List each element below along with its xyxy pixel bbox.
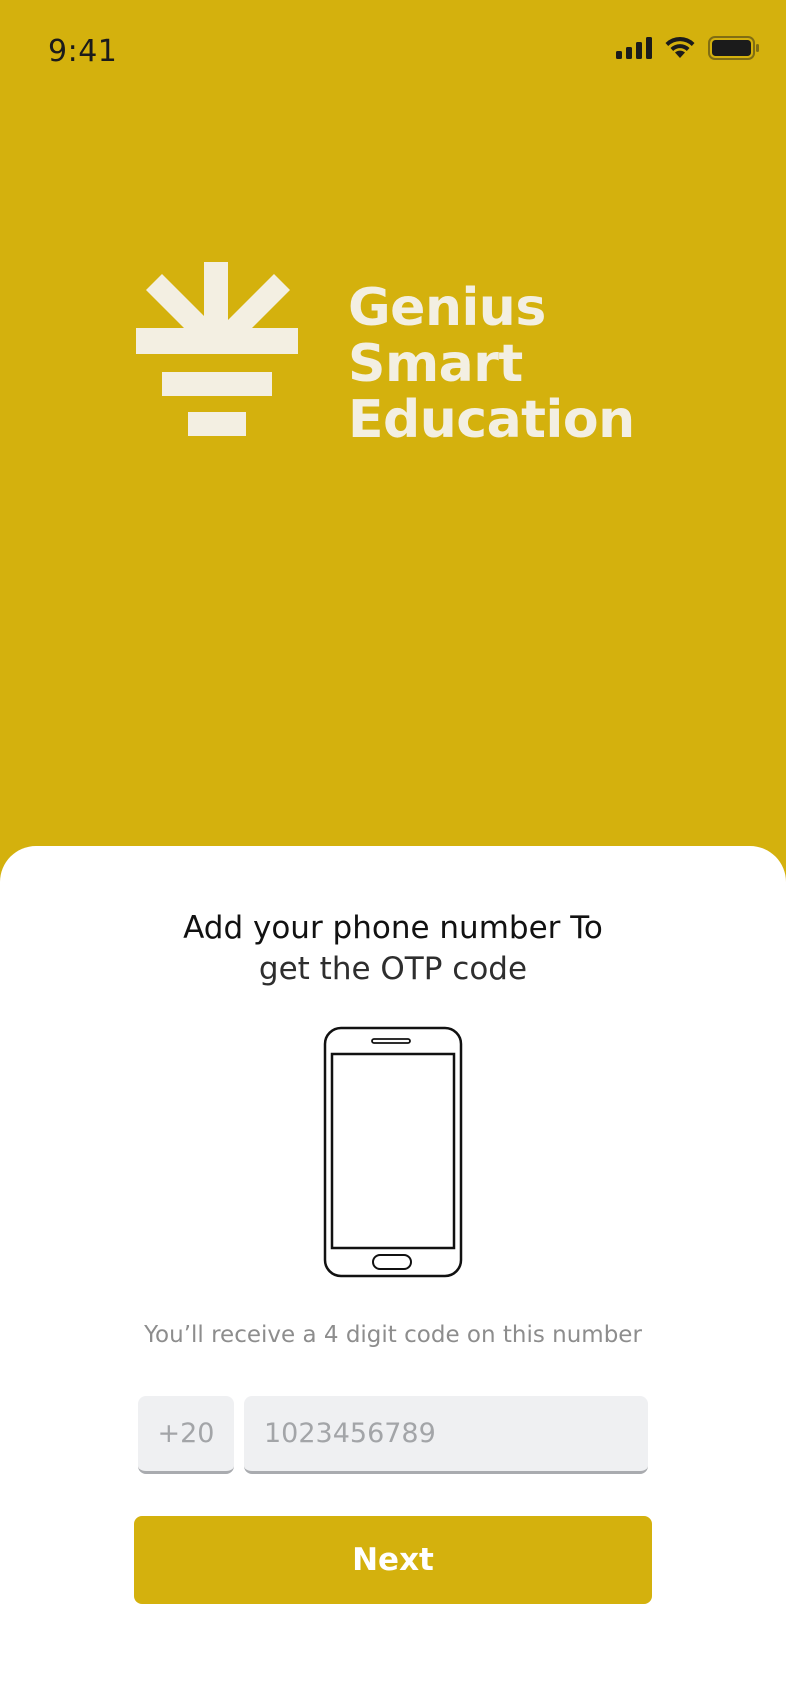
phone-number-input[interactable] [244,1396,648,1474]
otp-phone-screen: 9:41 Genius Smart Education Add your pho… [0,0,786,1704]
smartphone-icon [323,1026,463,1282]
status-time: 9:41 [48,34,118,69]
sunrise-logo-icon [136,262,300,442]
status-bar: 9:41 [0,0,786,100]
status-icons [616,36,760,60]
next-button[interactable]: Next [134,1516,652,1604]
country-code-field[interactable]: +20 [138,1396,234,1474]
app-logo: Genius Smart Education [136,262,656,462]
wifi-icon [664,36,696,60]
cellular-signal-icon [616,37,652,59]
battery-icon [708,36,760,60]
title-line-2: get the OTP code [258,951,528,987]
otp-hint-text: You’ll receive a 4 digit code on this nu… [144,1322,642,1348]
logo-line-smart: Smart [348,334,523,394]
logo-line-genius: Genius [348,278,546,338]
title-line-1: Add your phone number To [183,910,603,946]
bottom-sheet: Add your phone number To get the OTP cod… [0,846,786,1704]
logo-wordmark: Genius Smart Education [348,280,635,448]
page-title: Add your phone number To get the OTP cod… [0,908,786,990]
logo-line-education: Education [348,390,635,450]
